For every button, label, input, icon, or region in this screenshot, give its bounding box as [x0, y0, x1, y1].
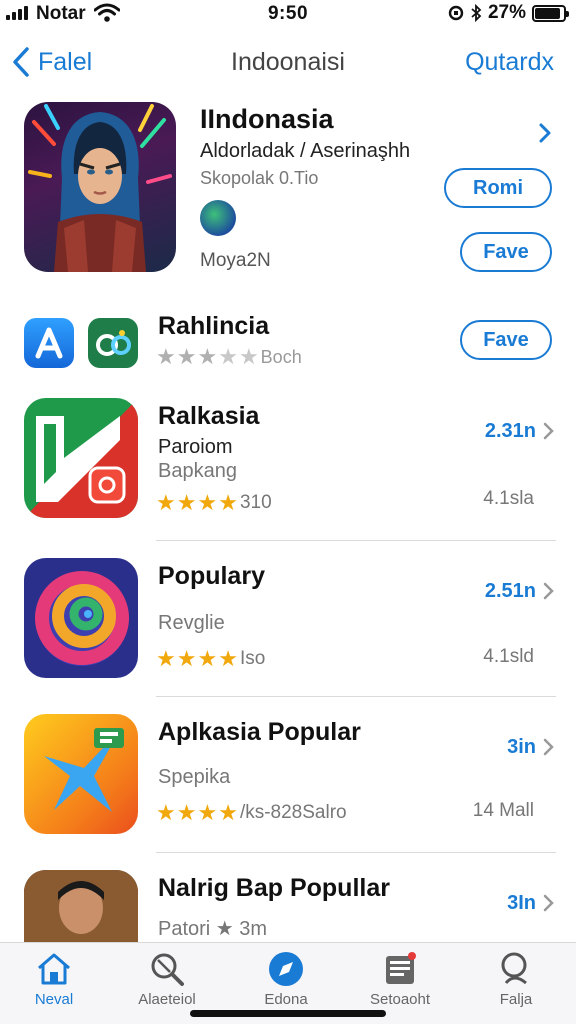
- tab-label: Setoaoht: [369, 991, 431, 1008]
- app-row-aplkasia-popular[interactable]: Aplkasia Popular Spepika ★ ★ ★ ★ /ks-828Sal…: [0, 714, 576, 854]
- lock-rotation-icon: [448, 5, 464, 21]
- home-indicator: [190, 1010, 386, 1017]
- app-meta: 4.1sld: [483, 646, 534, 667]
- app-category: Patori ★ 3m: [158, 918, 268, 940]
- chevron-right-icon[interactable]: [543, 894, 554, 912]
- app-meta: 14 Mall: [472, 800, 534, 821]
- divider: [156, 696, 556, 697]
- rating-text: Iso: [239, 648, 266, 669]
- featured-app-icon: [24, 102, 176, 272]
- rating-stars: ★ ★ ★ ★: [156, 646, 238, 671]
- featured-app-title: IIndonasia: [200, 104, 334, 134]
- rating-stars: ★ ★ ★ ★: [156, 800, 238, 825]
- status-bar: Notar 9:50 27%: [0, 0, 576, 28]
- rating-stars: ★ ★ ★ ★ ★: [156, 344, 259, 369]
- chevron-right-icon[interactable]: [538, 122, 552, 144]
- featured-app-subtitle: Aldorladak / Aserinaşhh: [200, 140, 411, 162]
- app-rating: ★ ★ ★ ★ /ks-828Salro: [156, 802, 347, 824]
- fave-button[interactable]: Fave: [460, 320, 552, 360]
- bluetooth-icon: [471, 4, 482, 22]
- featured-app[interactable]: IIndonasia Aldorladak / Aserinaşhh Skopo…: [0, 100, 576, 280]
- app-row-populary[interactable]: Populary Revglie ★ ★ ★ ★ Iso 2.51n 4.1sld: [0, 558, 576, 698]
- divider: [156, 540, 556, 541]
- rating-text: /ks-828Salro: [239, 802, 347, 823]
- status-right: 27%: [448, 2, 569, 23]
- app-title: Populary: [158, 562, 265, 590]
- app-size: 2.31n: [484, 420, 536, 442]
- app-rating: ★ ★ ★ ★ 310: [156, 492, 272, 514]
- app-rating: ★ ★ ★ ★ Iso: [156, 648, 265, 670]
- app-title: Rahlincia: [158, 312, 270, 340]
- rating-text: 310: [239, 492, 272, 513]
- app-title: Ralkasia: [158, 402, 260, 430]
- tab-label: Falja: [499, 991, 533, 1008]
- chevron-right-icon[interactable]: [543, 738, 554, 756]
- tab-neval[interactable]: Neval: [4, 949, 104, 1015]
- app-rating: ★ ★ ★ ★ ★ Boch: [156, 346, 302, 368]
- app-icon: [24, 398, 138, 518]
- app-meta: 4.1sla: [483, 488, 534, 509]
- divider: [156, 852, 556, 853]
- chevron-right-icon[interactable]: [543, 582, 554, 600]
- tab-label: Alaeteiol: [138, 991, 196, 1008]
- app-size: 2.51n: [484, 580, 536, 602]
- rating-stars: ★ ★ ★ ★: [156, 490, 238, 515]
- featured-app-subtitle-2: Skopolak 0.Tio: [200, 168, 319, 188]
- tab-edona[interactable]: Edona: [236, 949, 336, 1015]
- app-category: Spepika: [158, 766, 231, 788]
- app-category: Bapkang: [158, 460, 237, 482]
- app-title: Aplkasia Popular: [158, 718, 361, 746]
- tab-label: Edona: [264, 991, 308, 1008]
- app-subtitle: Paroiom: [158, 436, 233, 458]
- tray-icon: [386, 952, 416, 984]
- search-magnifier-icon: [151, 953, 184, 986]
- app-store-icon: [24, 318, 74, 368]
- app-icon: [24, 714, 138, 834]
- app-row-ralkasia[interactable]: Ralkasia Paroiom Bapkang ★ ★ ★ ★ 310 2.31n …: [0, 398, 576, 538]
- home-icon: [38, 953, 70, 985]
- tab-setoaoht[interactable]: Setoaoht: [350, 949, 450, 1015]
- app-icon: [24, 558, 138, 678]
- nav-right-button[interactable]: Qutardx: [465, 48, 554, 77]
- app-icon: [24, 870, 138, 942]
- tab-label: Neval: [34, 991, 74, 1008]
- app-title: Nalrig Bap Popullar: [158, 874, 390, 902]
- tab-falja[interactable]: Falja: [466, 949, 566, 1015]
- app-icon-green: [88, 318, 138, 368]
- rating-text: Boch: [260, 346, 302, 367]
- app-size: 3in: [507, 736, 536, 758]
- app-row-nalrig-bap-popullar[interactable]: Nalrig Bap Popullar Patori ★ 3m 3In: [0, 870, 576, 942]
- app-size: 3In: [507, 892, 536, 914]
- tab-alaeteiol[interactable]: Alaeteiol: [117, 949, 217, 1015]
- app-row-rahlincia[interactable]: Rahlincia ★ ★ ★ ★ ★ Boch Fave: [0, 308, 576, 378]
- featured-app-developer: Moya2N: [200, 250, 271, 271]
- chevron-right-icon[interactable]: [543, 422, 554, 440]
- globe-icon: [200, 200, 236, 236]
- battery-icon: [532, 4, 569, 22]
- compass-icon: [269, 952, 303, 986]
- search-icon: [501, 952, 527, 985]
- app-category: Revglie: [158, 612, 225, 634]
- battery-percent: 27%: [487, 2, 526, 23]
- get-button[interactable]: Romi: [444, 168, 552, 208]
- fave-button[interactable]: Fave: [460, 232, 552, 272]
- navigation-bar: Falel Indoonaisi Qutardx: [0, 38, 576, 88]
